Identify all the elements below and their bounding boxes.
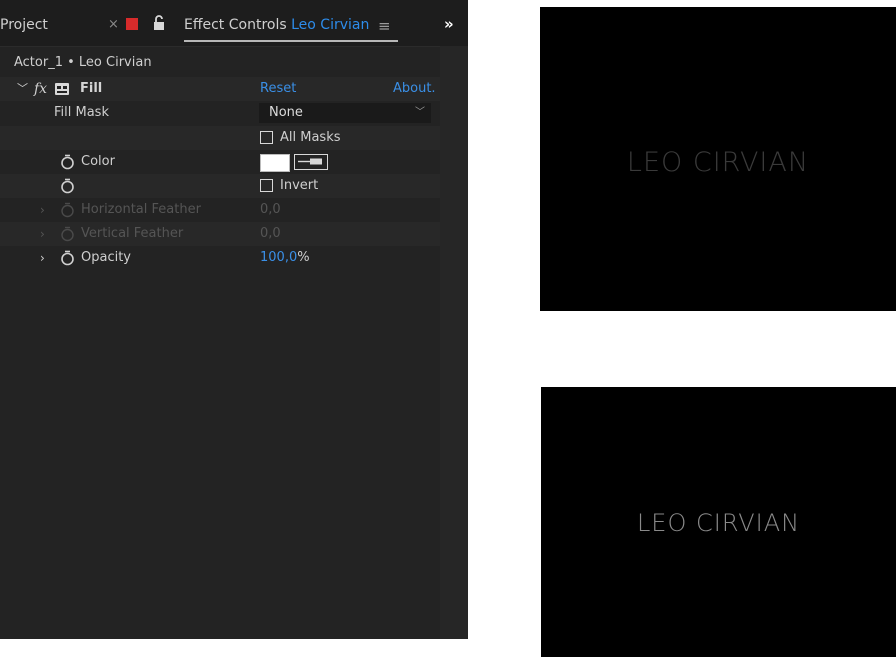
close-tab-icon[interactable]: × xyxy=(108,17,119,32)
opacity-number: 100,0 xyxy=(260,250,298,265)
opacity-label: Opacity xyxy=(81,250,132,265)
all-masks-checkbox[interactable] xyxy=(260,131,273,144)
effect-controls-panel: Project × Effect Controls Leo Cirvian ≡ … xyxy=(0,0,468,639)
horizontal-feather-label: Horizontal Feather xyxy=(81,202,201,217)
fill-mask-dropdown[interactable]: None ﹀ xyxy=(259,103,431,123)
tab-effect-controls-label: Effect Controls xyxy=(184,17,287,33)
color-swatch[interactable] xyxy=(260,154,290,172)
panel-tab-bar: Project × Effect Controls Leo Cirvian ≡ … xyxy=(0,0,468,47)
stopwatch-icon[interactable] xyxy=(60,154,75,170)
tab-effect-controls[interactable]: Effect Controls Leo Cirvian xyxy=(184,17,369,33)
fill-mask-row: Fill Mask None ﹀ xyxy=(0,101,440,125)
preview-text-top: LEO CIRVIAN xyxy=(626,147,810,178)
about-link[interactable]: About. xyxy=(393,77,436,101)
layer-title-row: Actor_1 • Leo Cirvian xyxy=(0,51,440,75)
horizontal-feather-row: › Horizontal Feather 0,0 xyxy=(0,198,440,222)
invert-checkbox[interactable] xyxy=(260,179,273,192)
vertical-feather-label: Vertical Feather xyxy=(81,226,184,241)
horizontal-feather-value: 0,0 xyxy=(260,202,281,217)
fill-mask-label: Fill Mask xyxy=(54,105,109,120)
fx-toggle-icon[interactable]: fx xyxy=(34,77,47,101)
stopwatch-icon[interactable] xyxy=(60,250,75,266)
tab-project[interactable]: Project xyxy=(0,17,48,33)
invert-row: Invert xyxy=(0,174,440,198)
lock-icon[interactable] xyxy=(152,15,166,31)
opacity-unit: % xyxy=(297,250,310,265)
panel-menu-icon[interactable]: ≡ xyxy=(378,17,391,35)
effect-header-row[interactable]: ﹀ fx Fill Reset About. xyxy=(0,77,440,101)
active-tab-underline xyxy=(184,40,398,42)
opacity-value[interactable]: 100,0% xyxy=(260,246,310,270)
tab-effect-controls-selection: Leo Cirvian xyxy=(291,17,370,33)
vertical-feather-value: 0,0 xyxy=(260,226,281,241)
effect-name: Fill xyxy=(80,81,103,96)
reset-link[interactable]: Reset xyxy=(260,77,296,101)
all-masks-row: All Masks xyxy=(0,126,440,150)
expand-chevron-icon[interactable]: › xyxy=(40,222,45,246)
preview-frame-bottom: LEO CIRVIAN xyxy=(541,387,896,657)
scrollbar-track[interactable] xyxy=(440,46,468,639)
color-label: Color xyxy=(81,154,115,169)
stopwatch-icon[interactable] xyxy=(60,178,75,194)
effect-preset-icon xyxy=(55,83,69,95)
chevron-down-icon: ﹀ xyxy=(415,107,425,118)
expand-chevron-icon[interactable]: › xyxy=(40,246,45,270)
eyedropper-icon[interactable] xyxy=(294,154,328,170)
stopwatch-icon xyxy=(61,202,74,218)
stopwatch-icon xyxy=(61,226,74,242)
all-masks-label: All Masks xyxy=(280,130,341,145)
label-color-swatch xyxy=(126,18,138,30)
invert-label: Invert xyxy=(280,178,319,193)
preview-frame-top: LEO CIRVIAN xyxy=(540,7,896,311)
expand-chevron-icon[interactable]: › xyxy=(40,198,45,222)
preview-text-bottom: LEO CIRVIAN xyxy=(636,509,801,537)
color-row: Color xyxy=(0,150,440,174)
overflow-chevron-icon[interactable]: » xyxy=(444,15,454,33)
layer-title: Actor_1 • Leo Cirvian xyxy=(14,55,152,70)
fill-mask-value: None xyxy=(269,105,303,120)
vertical-feather-row: › Vertical Feather 0,0 xyxy=(0,222,440,246)
collapse-chevron-icon[interactable]: ﹀ xyxy=(17,77,28,101)
opacity-row: › Opacity 100,0% xyxy=(0,246,440,270)
